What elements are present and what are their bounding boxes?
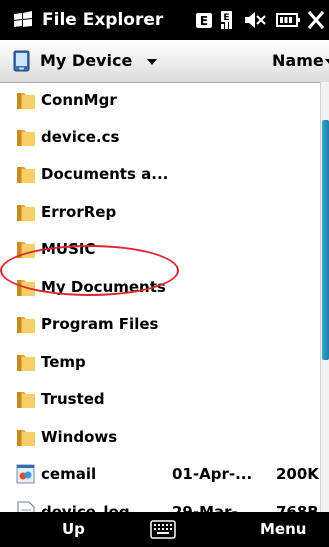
chevron-down-icon	[147, 59, 157, 65]
item-date: 29-Mar-...	[172, 503, 255, 512]
folder-icon	[17, 355, 35, 371]
list-item-windows[interactable]: Windows	[0, 419, 320, 456]
item-name: cemail	[41, 465, 97, 483]
folder-icon	[17, 430, 35, 446]
item-name: ErrorRep	[41, 203, 117, 221]
title-bar: File Explorer E E	[0, 0, 329, 40]
program-file-icon	[16, 464, 35, 484]
location-label: My Device	[40, 51, 133, 70]
device-icon	[13, 50, 30, 72]
folder-icon	[17, 93, 35, 109]
item-date: 01-Apr-...	[172, 465, 253, 483]
app-title: File Explorer	[42, 10, 164, 30]
list-item-temp[interactable]: Temp	[0, 344, 320, 381]
file-list: ConnMgr device.cs Documents a... ErrorRe…	[0, 82, 320, 512]
location-toolbar: My Device Name	[0, 40, 329, 83]
list-item-connmgr[interactable]: ConnMgr	[0, 82, 320, 119]
item-size: 768B	[276, 503, 319, 512]
windows-flag-icon[interactable]	[13, 11, 33, 29]
keyboard-icon[interactable]	[150, 520, 176, 539]
item-size: 200K	[276, 465, 319, 483]
item-name: Windows	[41, 428, 118, 446]
list-item-cemail[interactable]: cemail 01-Apr-... 200K	[0, 456, 320, 493]
list-item-documents[interactable]: Documents a...	[0, 156, 320, 193]
item-name: Temp	[41, 353, 86, 371]
item-name: Documents a...	[41, 165, 169, 183]
folder-icon	[17, 167, 35, 183]
list-item-device-cs[interactable]: device.cs	[0, 119, 320, 156]
svg-text:E: E	[200, 14, 208, 28]
folder-icon	[17, 392, 35, 408]
item-name: ConnMgr	[41, 91, 117, 109]
notification-e-icon[interactable]: E	[196, 9, 212, 31]
list-item-device-log[interactable]: device_log 29-Mar-... 768B	[0, 494, 320, 512]
close-icon[interactable]	[306, 9, 326, 31]
list-item-errorrep[interactable]: ErrorRep	[0, 194, 320, 231]
scrollbar-thumb[interactable]	[322, 120, 329, 360]
sort-label: Name	[272, 51, 324, 70]
item-name: Trusted	[41, 390, 105, 408]
item-name: device_log	[41, 503, 130, 512]
folder-icon	[17, 130, 35, 146]
chevron-down-icon	[325, 59, 329, 65]
item-name: Program Files	[41, 315, 159, 333]
list-item-program-files[interactable]: Program Files	[0, 306, 320, 343]
softkey-bar: Up Menu	[0, 512, 329, 547]
text-file-icon	[17, 501, 35, 512]
list-item-trusted[interactable]: Trusted	[0, 381, 320, 418]
highlight-ellipse	[0, 245, 179, 296]
notification-e-signal-icon[interactable]: E	[221, 9, 235, 31]
speaker-muted-icon[interactable]	[243, 9, 267, 31]
vertical-scrollbar[interactable]	[320, 82, 329, 512]
menu-softkey[interactable]: Menu	[260, 520, 306, 538]
battery-icon[interactable]	[276, 9, 300, 31]
item-name: device.cs	[41, 128, 120, 146]
folder-icon	[17, 317, 35, 333]
up-softkey[interactable]: Up	[62, 520, 85, 538]
svg-text:E: E	[223, 13, 229, 23]
folder-icon	[17, 205, 35, 221]
